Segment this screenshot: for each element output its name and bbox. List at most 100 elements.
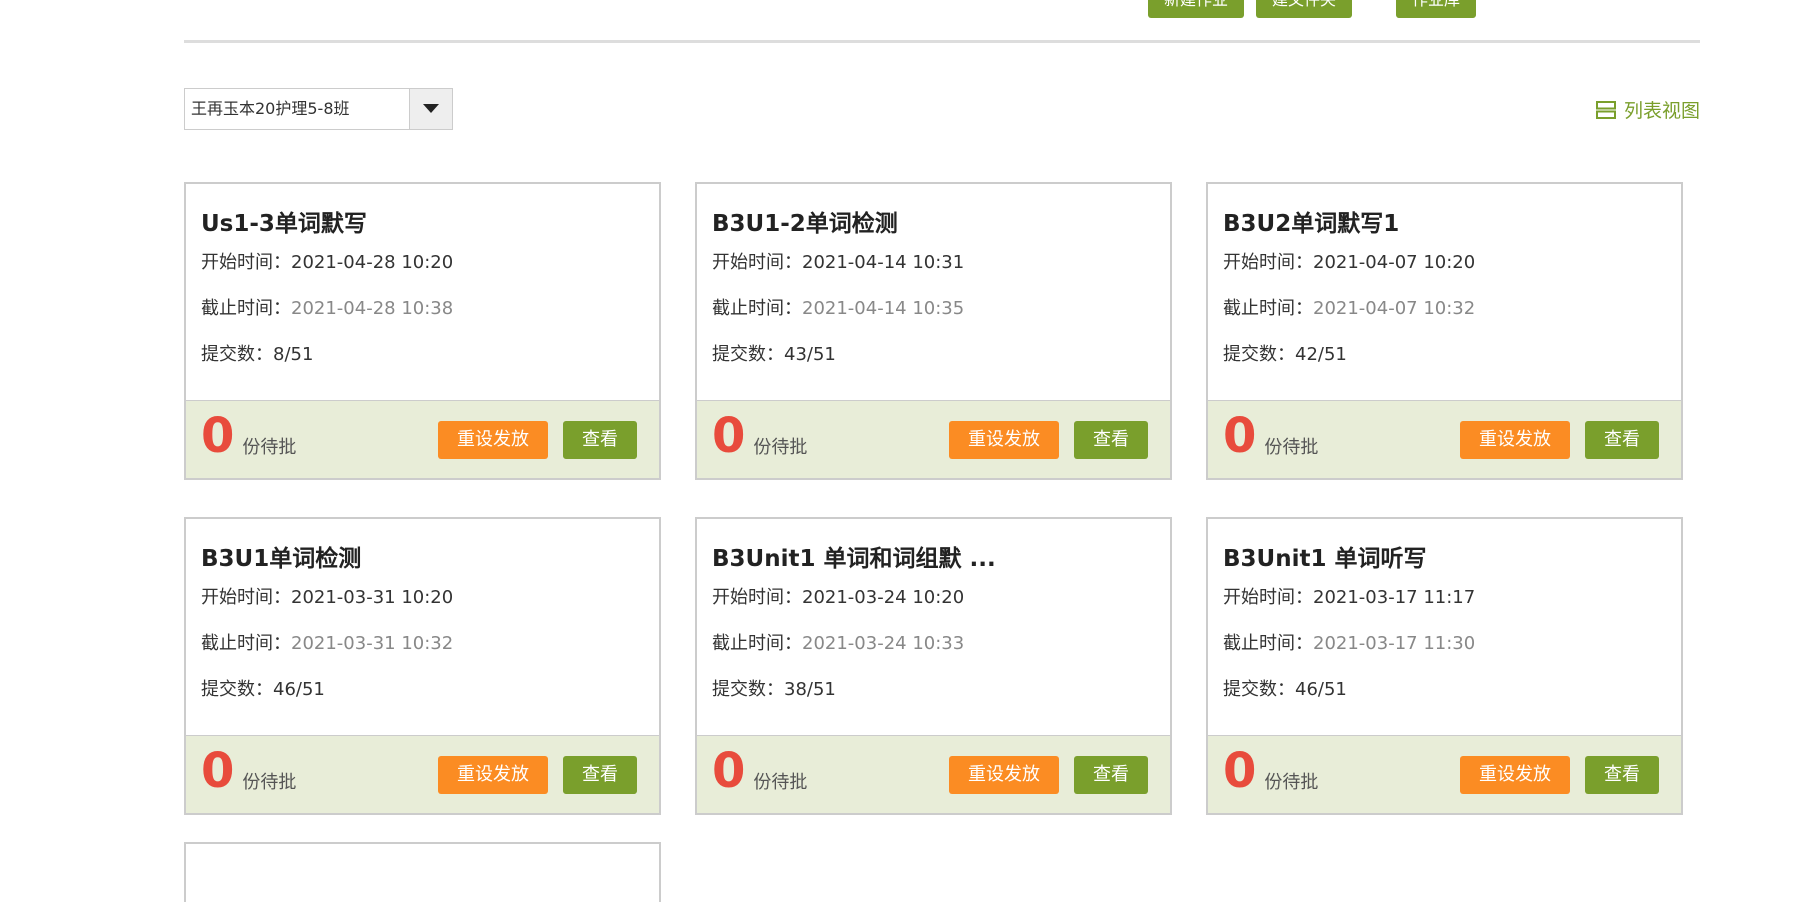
pending-label: 份待批 <box>1264 436 1319 458</box>
pending-count: 0 <box>1223 742 1257 799</box>
start-time-label: 开始时间： <box>201 252 291 273</box>
pending-count: 0 <box>712 407 746 464</box>
dropdown-arrow[interactable] <box>409 89 452 129</box>
new-folder-button[interactable]: 建文件夹 <box>1255 0 1352 18</box>
assignment-title: B3U2单词默写1 <box>1223 211 1400 237</box>
submissions-value: 38/51 <box>784 679 836 700</box>
pending-label: 份待批 <box>1264 771 1319 793</box>
assignment-title: B3U1单词检测 <box>201 546 362 572</box>
assignment-title: B3U1-2单词检测 <box>712 211 898 237</box>
end-time-label: 截止时间： <box>1223 298 1313 319</box>
submissions-label: 提交数： <box>201 344 273 365</box>
end-time-label: 截止时间： <box>712 298 802 319</box>
end-time-value: 2021-04-28 10:38 <box>291 298 454 319</box>
reset-publish-button[interactable]: 重设发放 <box>438 755 548 794</box>
start-time-value: 2021-04-28 10:20 <box>291 252 454 273</box>
start-time-label: 开始时间： <box>712 252 802 273</box>
start-time-row: 开始时间：2021-04-28 10:20 <box>201 251 644 275</box>
submissions-row: 提交数：46/51 <box>1223 678 1666 702</box>
view-button[interactable]: 查看 <box>1074 420 1148 459</box>
assignment-title: B3Unit1 单词听写 <box>1223 546 1427 572</box>
submissions-label: 提交数： <box>201 679 273 700</box>
new-homework-button[interactable]: 新建作业 <box>1147 0 1244 18</box>
end-time-label: 截止时间： <box>201 633 291 654</box>
pending-label: 份待批 <box>753 436 808 458</box>
pending-label: 份待批 <box>753 771 808 793</box>
end-time-row: 截止时间：2021-04-07 10:32 <box>1223 297 1666 321</box>
card-footer: 0 份待批 重设发放 查看 <box>186 400 659 478</box>
submissions-label: 提交数： <box>1223 344 1295 365</box>
assignment-card: Us1-3单词默写 开始时间：2021-04-28 10:20 截止时间：202… <box>184 182 661 480</box>
class-select[interactable]: 王再玉本20护理5-8班 <box>184 88 453 130</box>
end-time-row: 截止时间：2021-03-24 10:33 <box>712 632 1155 656</box>
reset-publish-button[interactable]: 重设发放 <box>1460 420 1570 459</box>
submissions-value: 8/51 <box>273 344 314 365</box>
view-button[interactable]: 查看 <box>1585 755 1659 794</box>
view-button[interactable]: 查看 <box>1585 420 1659 459</box>
pending-count: 0 <box>201 407 235 464</box>
end-time-label: 截止时间： <box>1223 633 1313 654</box>
caret-down-icon <box>423 104 439 113</box>
pending-label: 份待批 <box>242 771 297 793</box>
assignment-card: B3Unit1 单词听写 开始时间：2021-03-17 11:17 截止时间：… <box>1206 517 1683 815</box>
start-time-row: 开始时间：2021-03-31 10:20 <box>201 586 644 610</box>
end-time-row: 截止时间：2021-03-17 11:30 <box>1223 632 1666 656</box>
list-view-label: 列表视图 <box>1623 100 1700 122</box>
end-time-value: 2021-04-14 10:35 <box>802 298 965 319</box>
assignment-card: B3U1单词检测 开始时间：2021-03-31 10:20 截止时间：2021… <box>184 517 661 815</box>
submissions-row: 提交数：8/51 <box>201 343 644 367</box>
assignment-card: B3U1-2单词检测 开始时间：2021-04-14 10:31 截止时间：20… <box>695 182 1172 480</box>
reset-publish-button[interactable]: 重设发放 <box>949 755 1059 794</box>
start-time-label: 开始时间： <box>1223 587 1313 608</box>
card-footer: 0 份待批 重设发放 查看 <box>1208 735 1681 813</box>
end-time-value: 2021-03-17 11:30 <box>1313 633 1476 654</box>
start-time-value: 2021-03-17 11:17 <box>1313 587 1476 608</box>
pending-count: 0 <box>712 742 746 799</box>
list-view-icon <box>1595 100 1616 119</box>
submissions-label: 提交数： <box>712 679 784 700</box>
end-time-label: 截止时间： <box>201 298 291 319</box>
start-time-label: 开始时间： <box>1223 252 1313 273</box>
assignment-card-partial <box>184 842 661 902</box>
homework-library-button[interactable]: 作业库 <box>1395 0 1476 18</box>
start-time-value: 2021-03-31 10:20 <box>291 587 454 608</box>
end-time-row: 截止时间：2021-03-31 10:32 <box>201 632 644 656</box>
list-view-toggle[interactable]: 列表视图 <box>1595 96 1700 123</box>
submissions-label: 提交数： <box>1223 679 1295 700</box>
start-time-label: 开始时间： <box>712 587 802 608</box>
start-time-row: 开始时间：2021-04-14 10:31 <box>712 251 1155 275</box>
start-time-row: 开始时间：2021-03-17 11:17 <box>1223 586 1666 610</box>
assignment-title: Us1-3单词默写 <box>201 211 367 237</box>
card-footer: 0 份待批 重设发放 查看 <box>1208 400 1681 478</box>
reset-publish-button[interactable]: 重设发放 <box>949 420 1059 459</box>
end-time-value: 2021-03-24 10:33 <box>802 633 965 654</box>
pending-label: 份待批 <box>242 436 297 458</box>
assignment-card: B3Unit1 单词和词组默 ... 开始时间：2021-03-24 10:20… <box>695 517 1172 815</box>
top-toolbar: 新建作业 建文件夹 作业库 <box>1147 0 1476 18</box>
assignment-title: B3Unit1 单词和词组默 ... <box>712 546 996 572</box>
submissions-value: 46/51 <box>273 679 325 700</box>
submissions-label: 提交数： <box>712 344 784 365</box>
start-time-label: 开始时间： <box>201 587 291 608</box>
card-footer: 0 份待批 重设发放 查看 <box>697 735 1170 813</box>
submissions-row: 提交数：38/51 <box>712 678 1155 702</box>
start-time-value: 2021-04-14 10:31 <box>802 252 965 273</box>
reset-publish-button[interactable]: 重设发放 <box>1460 755 1570 794</box>
end-time-value: 2021-04-07 10:32 <box>1313 298 1476 319</box>
submissions-row: 提交数：43/51 <box>712 343 1155 367</box>
start-time-row: 开始时间：2021-04-07 10:20 <box>1223 251 1666 275</box>
submissions-value: 46/51 <box>1295 679 1347 700</box>
view-button[interactable]: 查看 <box>563 755 637 794</box>
assignment-card: B3U2单词默写1 开始时间：2021-04-07 10:20 截止时间：202… <box>1206 182 1683 480</box>
card-footer: 0 份待批 重设发放 查看 <box>186 735 659 813</box>
class-select-value: 王再玉本20护理5-8班 <box>191 99 350 118</box>
submissions-value: 42/51 <box>1295 344 1347 365</box>
view-button[interactable]: 查看 <box>1074 755 1148 794</box>
card-footer: 0 份待批 重设发放 查看 <box>697 400 1170 478</box>
pending-count: 0 <box>1223 407 1257 464</box>
view-button[interactable]: 查看 <box>563 420 637 459</box>
submissions-value: 43/51 <box>784 344 836 365</box>
reset-publish-button[interactable]: 重设发放 <box>438 420 548 459</box>
start-time-value: 2021-03-24 10:20 <box>802 587 965 608</box>
start-time-value: 2021-04-07 10:20 <box>1313 252 1476 273</box>
